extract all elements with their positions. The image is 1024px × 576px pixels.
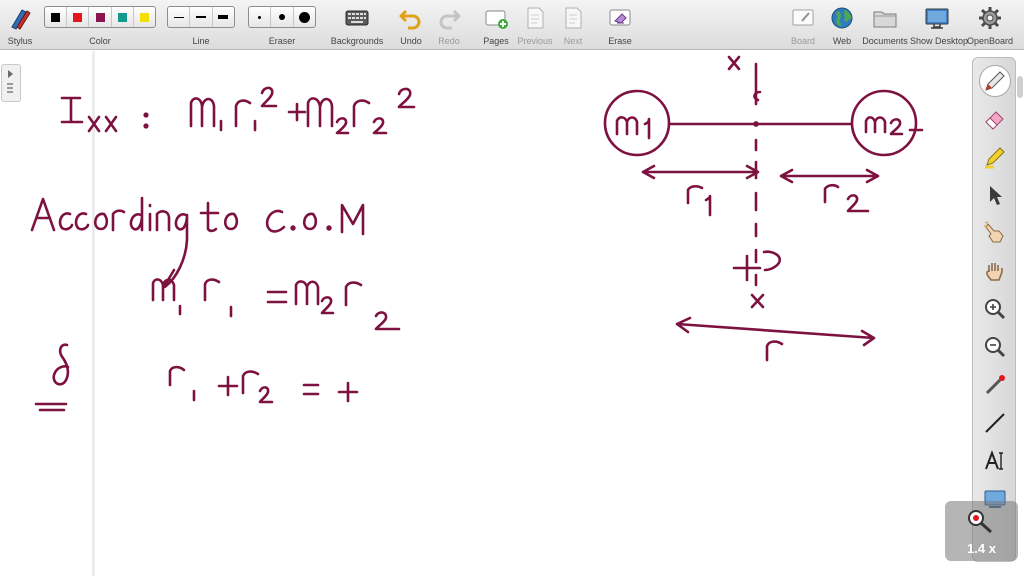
documents-label: Documents bbox=[862, 36, 908, 46]
show-desktop-button[interactable]: Show Desktop bbox=[910, 3, 969, 47]
handwriting-according-to-com bbox=[30, 196, 365, 289]
undo-button[interactable]: Undo bbox=[396, 3, 426, 47]
eraser-icon bbox=[985, 111, 1004, 130]
stylus-label: Stylus bbox=[7, 36, 33, 46]
color-swatch-red[interactable] bbox=[67, 7, 90, 27]
color-swatch-teal[interactable] bbox=[112, 7, 134, 27]
line-thick-button[interactable] bbox=[213, 7, 234, 27]
magnifier-icon bbox=[968, 510, 993, 534]
line-icon bbox=[985, 413, 1005, 433]
redo-button[interactable]: Redo bbox=[434, 3, 464, 47]
next-page-button[interactable]: Next bbox=[558, 3, 588, 47]
openboard-window: Stylus Color Line Eraser Backgrounds Und… bbox=[0, 0, 1024, 576]
line-width-group: Line bbox=[167, 3, 235, 47]
color-swatch-yellow[interactable] bbox=[134, 7, 155, 27]
line-width-selector bbox=[167, 6, 235, 28]
highlighter-icon bbox=[985, 147, 1005, 169]
selector-tool-button[interactable] bbox=[979, 179, 1011, 211]
redo-label: Redo bbox=[438, 36, 460, 46]
openboard-label: OpenBoard bbox=[966, 36, 1014, 46]
pointing-hand-icon bbox=[984, 221, 1004, 243]
main-toolbar: Stylus Color Line Eraser Backgrounds Und… bbox=[0, 0, 1024, 50]
redo-icon bbox=[439, 9, 461, 30]
board-label: Board bbox=[790, 36, 816, 46]
web-button[interactable]: Web bbox=[827, 3, 857, 47]
previous-page-button[interactable]: Previous bbox=[516, 3, 554, 47]
tool-dock bbox=[972, 57, 1016, 562]
hand-tool-button[interactable] bbox=[979, 255, 1011, 287]
text-icon bbox=[985, 450, 1003, 470]
backgrounds-button[interactable]: Backgrounds bbox=[330, 3, 384, 47]
handwriting-com-equation bbox=[151, 278, 401, 331]
board-button[interactable]: Board bbox=[788, 3, 818, 47]
add-page-icon bbox=[485, 10, 508, 29]
handwriting-sum-equation bbox=[34, 343, 359, 412]
eraser-large-button[interactable] bbox=[294, 7, 315, 27]
monitor-icon bbox=[925, 8, 949, 29]
highlighter-tool-button[interactable] bbox=[979, 141, 1011, 173]
documents-button[interactable]: Documents bbox=[862, 3, 908, 47]
pages-button[interactable]: Pages bbox=[481, 3, 511, 47]
zoom-out-button[interactable] bbox=[979, 331, 1011, 363]
erase-label: Erase bbox=[608, 36, 632, 46]
globe-icon bbox=[831, 7, 853, 29]
web-label: Web bbox=[832, 36, 852, 46]
gear-icon bbox=[979, 7, 1001, 29]
eraser-size-group: Eraser bbox=[248, 3, 316, 47]
zoom-indicator: 1.4 x bbox=[945, 501, 1018, 561]
handwriting-dumbbell-diagram bbox=[603, 55, 924, 362]
folder-icon bbox=[873, 11, 897, 28]
color-swatch-maroon[interactable] bbox=[89, 7, 112, 27]
board-icon bbox=[792, 9, 814, 26]
backgrounds-label: Backgrounds bbox=[330, 36, 384, 46]
pen-icon bbox=[985, 71, 1005, 91]
erase-button[interactable]: Erase bbox=[604, 3, 636, 47]
eraser-label: Eraser bbox=[268, 36, 296, 46]
eraser-small-button[interactable] bbox=[249, 7, 272, 27]
color-palette bbox=[44, 6, 156, 28]
zoom-level-text: 1.4 x bbox=[967, 541, 996, 556]
next-page-icon bbox=[565, 7, 582, 29]
keyboard-icon bbox=[345, 10, 369, 26]
previous-label: Previous bbox=[517, 36, 553, 46]
undo-icon bbox=[399, 9, 421, 30]
line-tool-button[interactable] bbox=[979, 407, 1011, 439]
pen-tool-button[interactable] bbox=[979, 65, 1011, 97]
zoom-in-icon bbox=[985, 299, 1006, 320]
color-group: Color bbox=[44, 3, 156, 47]
interact-tool-button[interactable] bbox=[979, 217, 1011, 249]
pages-label: Pages bbox=[483, 36, 509, 46]
openboard-menu-button[interactable]: OpenBoard bbox=[966, 3, 1014, 47]
eraser-tool-button[interactable] bbox=[979, 103, 1011, 135]
color-swatch-black[interactable] bbox=[45, 7, 68, 27]
undo-label: Undo bbox=[400, 36, 422, 46]
arrow-cursor-icon bbox=[990, 186, 1002, 205]
laser-pointer-icon bbox=[985, 375, 1005, 395]
previous-page-icon bbox=[527, 7, 544, 29]
zoom-in-button[interactable] bbox=[979, 293, 1011, 325]
whiteboard-canvas[interactable] bbox=[0, 51, 1024, 576]
zoom-out-icon bbox=[985, 337, 1006, 358]
line-thin-button[interactable] bbox=[168, 7, 191, 27]
next-label: Next bbox=[563, 36, 583, 46]
eraser-size-selector[interactable] bbox=[248, 6, 316, 28]
show-desktop-label: Show Desktop bbox=[910, 36, 969, 46]
line-label: Line bbox=[192, 36, 210, 46]
line-medium-button[interactable] bbox=[190, 7, 213, 27]
text-tool-button[interactable] bbox=[979, 445, 1011, 477]
color-label: Color bbox=[89, 36, 111, 46]
laser-pointer-button[interactable] bbox=[979, 369, 1011, 401]
erase-page-icon bbox=[609, 9, 631, 26]
eraser-medium-button[interactable] bbox=[271, 7, 294, 27]
stylus-icon bbox=[11, 9, 31, 30]
hand-icon bbox=[986, 263, 1003, 281]
dock-scroll-handle[interactable] bbox=[1017, 76, 1023, 98]
stylus-button[interactable]: Stylus bbox=[2, 3, 38, 47]
handwriting-inertia-equation bbox=[60, 86, 416, 135]
